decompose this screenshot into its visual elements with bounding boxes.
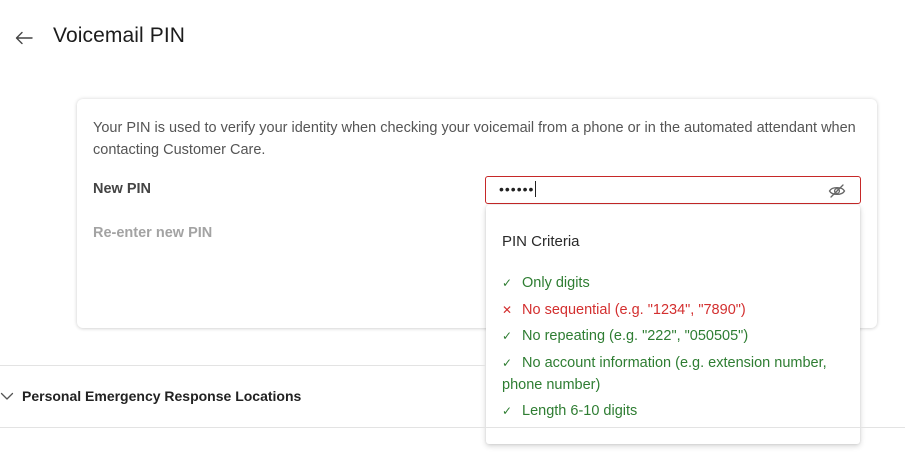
- criteria-item: ✓ Only digits: [502, 272, 847, 294]
- toggle-pin-visibility-button[interactable]: [828, 183, 846, 199]
- arrow-left-icon: [15, 31, 33, 45]
- back-button[interactable]: [10, 24, 38, 52]
- cross-icon: ✕: [502, 302, 513, 317]
- new-pin-label: New PIN: [93, 181, 152, 197]
- page-header: Voicemail PIN: [0, 0, 905, 76]
- emergency-locations-section[interactable]: Personal Emergency Response Locations: [0, 366, 905, 427]
- criteria-item: ✓ No repeating (e.g. "222", "050505"): [502, 325, 847, 347]
- reenter-pin-label: Re-enter new PIN: [93, 225, 213, 241]
- pin-criteria-title: PIN Criteria: [502, 233, 580, 250]
- criteria-item: ✕ No sequential (e.g. "1234", "7890"): [502, 299, 847, 321]
- eye-off-icon: [828, 184, 846, 198]
- pin-description: Your PIN is used to verify your identity…: [93, 120, 856, 158]
- new-pin-input[interactable]: ••••••: [485, 176, 861, 204]
- chevron-down-icon[interactable]: [0, 389, 14, 403]
- section-title[interactable]: Personal Emergency Response Locations: [22, 388, 301, 404]
- page-title: Voicemail PIN: [53, 24, 186, 47]
- section-divider-bottom: [0, 427, 905, 428]
- new-pin-value: ••••••: [499, 181, 537, 197]
- check-icon: ✓: [502, 276, 513, 290]
- check-icon: ✓: [502, 329, 513, 343]
